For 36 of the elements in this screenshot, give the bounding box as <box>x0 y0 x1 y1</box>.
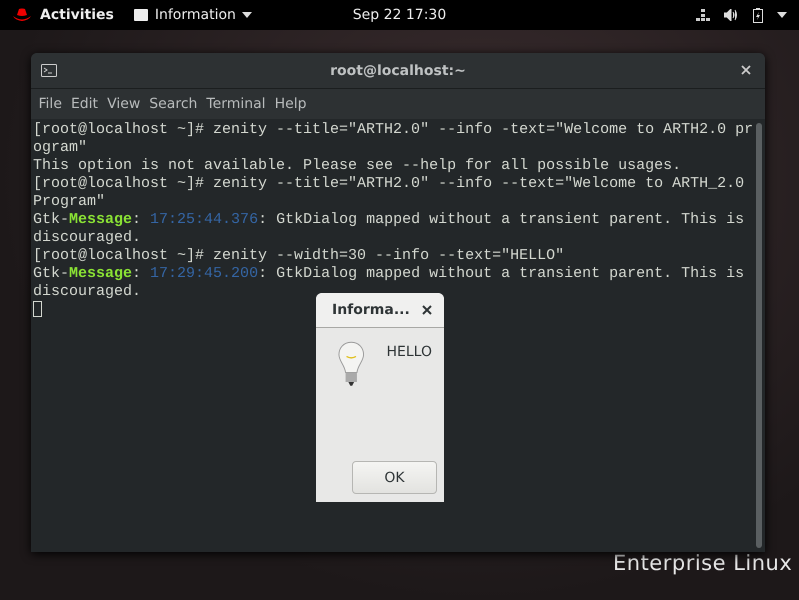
terminal-line: This option is not available. Please see --help for all possible usages. <box>33 157 682 175</box>
clock[interactable]: Sep 22 17:30 <box>352 7 446 23</box>
menu-item[interactable]: Terminal <box>202 96 270 112</box>
network-icon[interactable] <box>696 9 710 21</box>
wallpaper-logo-text: Enterprise Linux <box>613 552 792 574</box>
terminal-line: discouraged. <box>33 229 142 247</box>
ok-button[interactable]: OK <box>352 461 437 494</box>
terminal-line: [root@localhost ~]# zenity --width=30 --info --text="HELLO" <box>33 247 566 265</box>
terminal-icon <box>41 64 57 77</box>
app-menu[interactable]: Information <box>154 7 236 23</box>
terminal-line: Gtk-Message: 17:25:44.376: GtkDialog mapped without a transient parent. This is <box>33 211 746 229</box>
light-bulb-icon <box>338 340 364 388</box>
terminal-line: Gtk-Message: 17:29:45.200: GtkDialog mapped without a transient parent. This is <box>33 265 746 283</box>
close-icon[interactable] <box>422 305 432 315</box>
terminal-line: Program" <box>33 193 106 211</box>
window-icon <box>134 9 148 21</box>
menu-item[interactable]: Help <box>270 96 311 112</box>
menu-item[interactable]: Search <box>144 96 202 112</box>
text-cursor <box>33 301 42 317</box>
window-title: root@localhost:~ <box>330 62 466 78</box>
caret-icon[interactable] <box>777 12 787 18</box>
terminal-line: [root@localhost ~]# zenity --title="ARTH2.0" --info -text="Welcome to ARTH2.0 pr <box>33 121 754 139</box>
terminal-line: ogram" <box>33 139 88 157</box>
menu-item[interactable]: Edit <box>66 96 103 112</box>
dialog-message: HELLO <box>386 343 432 362</box>
terminal-line: discouraged. <box>33 283 142 301</box>
menu-item[interactable]: File <box>34 96 66 112</box>
dialog-title: Informa... <box>332 302 410 318</box>
terminal-line: [root@localhost ~]# zenity --title="ARTH2.0" --info --text="Welcome to ARTH_2.0 <box>33 175 746 193</box>
activities-button[interactable]: Activities <box>40 7 114 23</box>
volume-icon[interactable] <box>724 9 739 21</box>
hat-logo-icon <box>12 8 32 22</box>
caret-icon <box>242 12 252 18</box>
battery-icon[interactable] <box>753 8 763 22</box>
menu-item[interactable]: View <box>102 96 145 112</box>
scrollbar[interactable] <box>756 123 762 548</box>
